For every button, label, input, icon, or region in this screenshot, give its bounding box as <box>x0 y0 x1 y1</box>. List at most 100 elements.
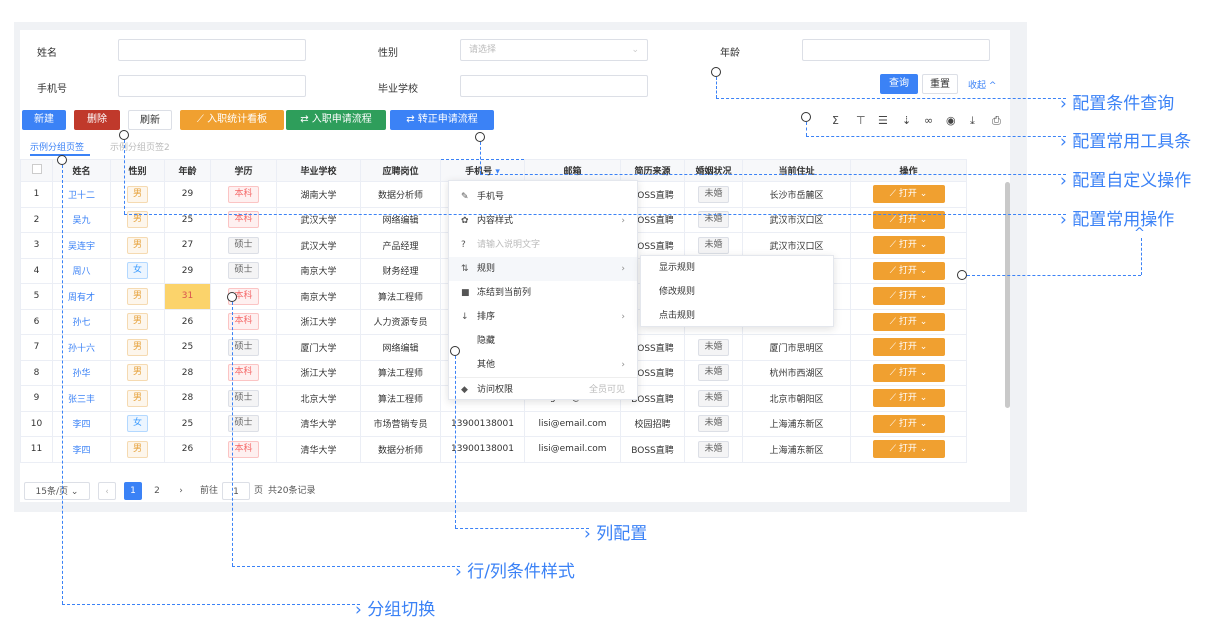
tab-group-2[interactable]: 示例分组页签2 <box>110 140 170 153</box>
tag-badge: 男 <box>126 389 148 407</box>
page-2-button[interactable]: 2 <box>148 482 166 500</box>
header-gender[interactable]: 性别 <box>110 159 165 182</box>
chevron-right-icon: › <box>621 360 625 370</box>
age-cell: 25 <box>164 334 211 361</box>
row-index: 5 <box>20 283 53 310</box>
open-button[interactable]: ⟋ 打开 ⌄ <box>872 287 945 306</box>
open-button[interactable]: ⟋ 打开 ⌄ <box>872 414 945 433</box>
position-cell: 算法工程师 <box>360 359 441 386</box>
phone-input[interactable] <box>118 75 306 97</box>
eye-icon[interactable]: ◉ <box>946 114 956 127</box>
header-marital[interactable]: 婚姻状况 <box>684 159 743 182</box>
annotation-dot <box>57 155 67 165</box>
menu-item[interactable]: ◆ 访问权限 全员可见 <box>449 377 637 401</box>
menu-item[interactable]: 隐藏 <box>449 329 637 353</box>
header-position[interactable]: 应聘岗位 <box>360 159 441 182</box>
access-value: 全员可见 <box>588 385 625 395</box>
age-input[interactable] <box>802 39 990 61</box>
chevron-down-icon: ⌄ <box>916 342 928 353</box>
menu-item[interactable]: ↓ 排序 › <box>449 305 637 329</box>
print-icon[interactable]: ⎙ <box>992 114 1001 128</box>
menu-item[interactable]: ? 请输入说明文字 <box>449 233 637 257</box>
open-button[interactable]: ⟋ 打开 ⌄ <box>872 261 945 280</box>
open-button[interactable]: ⟋ 打开 ⌄ <box>872 338 945 357</box>
link-icon[interactable]: ∞ <box>924 114 933 127</box>
submenu-item[interactable]: 点击规则 <box>659 304 695 328</box>
tag-badge: 硕士 <box>228 236 259 254</box>
table-row[interactable]: 10 李四女 25 硕士 清华大学 市场营销专员 13900138001 lisi@email… <box>20 410 967 437</box>
school-input[interactable] <box>460 75 648 97</box>
list-icon[interactable]: ☰ <box>878 114 888 127</box>
apply-flow-button[interactable]: ⇄ 入职申请流程 <box>286 110 386 130</box>
menu-item[interactable]: 其他 › <box>449 353 637 377</box>
menu-item[interactable]: ✎ 手机号 <box>449 185 637 209</box>
tag-badge: 男 <box>126 236 148 254</box>
marital-cell: 未婚 <box>684 436 743 463</box>
page-size-select[interactable]: 15条/页 ⌄ <box>24 482 90 500</box>
marital-cell: 未婚 <box>684 181 743 208</box>
table-row[interactable]: 11 李四男 26 本科 清华大学 数据分析师 13900138001 lisi@email.… <box>20 436 967 463</box>
next-page-button[interactable]: › <box>172 482 190 500</box>
open-button[interactable]: ⟋ 打开 ⌄ <box>872 312 945 331</box>
open-button[interactable]: ⟋ 打开 ⌄ <box>872 236 945 255</box>
vertical-scrollbar[interactable] <box>1005 182 1010 408</box>
header-education[interactable]: 学历 <box>210 159 277 182</box>
open-button[interactable]: ⟋ 打开 ⌄ <box>872 440 945 459</box>
select-all-checkbox[interactable] <box>20 159 53 182</box>
header-school[interactable]: 毕业学校 <box>276 159 361 182</box>
annotation-line <box>455 528 589 529</box>
stats-label: 入职统计看板 <box>207 114 268 125</box>
open-button[interactable]: ⟋ 打开 ⌄ <box>872 389 945 408</box>
download-icon[interactable]: ⤓ <box>970 114 975 128</box>
annotation-text: 分组切换 <box>367 600 436 620</box>
reset-button[interactable]: 重置 <box>922 74 958 94</box>
annotation-dot <box>450 346 460 356</box>
tag-badge: 男 <box>126 313 148 331</box>
goto-label: 前往 <box>200 486 219 496</box>
annotation-text: 配置常用工具条 <box>1072 132 1192 152</box>
annotation-text: 行/列条件样式 <box>467 562 575 582</box>
menu-item-label: 手机号 <box>477 192 505 202</box>
name-input[interactable] <box>118 39 306 61</box>
refresh-button[interactable]: 刷新 <box>128 110 172 130</box>
header-address[interactable]: 当前住址 <box>742 159 851 182</box>
prev-page-button[interactable]: ‹ <box>98 482 116 500</box>
submenu-item[interactable]: 修改规则 <box>659 280 695 304</box>
filter-icon[interactable]: ⊤ <box>856 114 866 127</box>
row-index: 1 <box>20 181 53 208</box>
open-label: 打开 <box>898 189 917 200</box>
submenu-item[interactable]: 显示规则 <box>659 256 695 280</box>
age-cell: 25 <box>164 206 211 233</box>
menu-item-label: 访问权限 <box>477 385 514 395</box>
sum-icon[interactable]: Σ <box>832 114 839 127</box>
goto-input[interactable]: 1 <box>222 482 250 500</box>
education-cell: 本科 <box>210 283 277 310</box>
chevron-down-icon: ⌄ <box>916 265 928 276</box>
header-email[interactable]: 邮箱 <box>524 159 621 182</box>
menu-item[interactable]: ✿ 内容样式 › <box>449 209 637 233</box>
header-age[interactable]: 年龄 <box>164 159 211 182</box>
page-1-button[interactable]: 1 <box>124 482 142 500</box>
menu-item[interactable]: ⇅ 规则 › <box>449 257 637 281</box>
open-button[interactable]: ⟋ 打开 ⌄ <box>872 185 945 204</box>
tab-group-1[interactable]: 示例分组页签 <box>30 140 84 153</box>
header-actions[interactable]: 操作 <box>850 159 967 182</box>
new-button[interactable]: 新建 <box>22 110 66 130</box>
sort-icon[interactable]: ⇣ <box>902 114 911 127</box>
menu-item[interactable]: ■ 冻结到当前列 <box>449 281 637 305</box>
header-phone[interactable]: 手机号 ▾ <box>440 159 525 182</box>
menu-item-icon: ? <box>461 240 466 250</box>
chevron-right-icon: › <box>621 312 625 322</box>
collapse-link[interactable]: 收起 ^ <box>968 78 996 91</box>
query-button[interactable]: 查询 <box>880 74 918 94</box>
tag-badge: 男 <box>126 338 148 356</box>
age-cell: 26 <box>164 436 211 463</box>
regular-flow-button[interactable]: ⇄ 转正申请流程 <box>390 110 494 130</box>
header-source[interactable]: 简历来源 <box>620 159 685 182</box>
gender-select[interactable]: 请选择 ⌄ <box>460 39 648 61</box>
gender-cell: 男 <box>110 385 165 412</box>
delete-button[interactable]: 删除 <box>74 110 120 130</box>
stats-board-button[interactable]: ⟋ 入职统计看板 <box>180 110 284 130</box>
education-cell: 硕士 <box>210 334 277 361</box>
open-button[interactable]: ⟋ 打开 ⌄ <box>872 363 945 382</box>
